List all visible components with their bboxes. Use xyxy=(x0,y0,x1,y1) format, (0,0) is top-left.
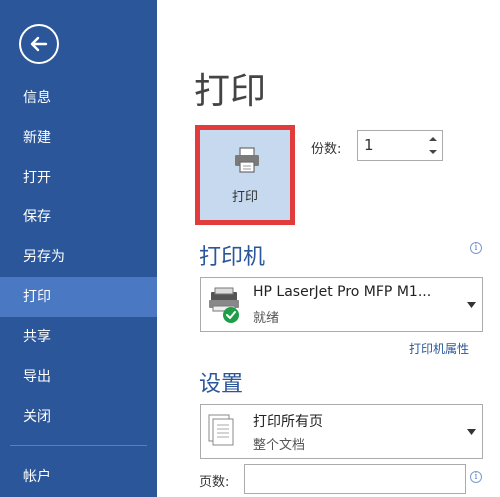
back-button[interactable] xyxy=(19,24,59,64)
pages-label: 页数: xyxy=(199,475,230,490)
sidebar-item-close[interactable]: 关闭 xyxy=(0,397,157,437)
chevron-down-icon xyxy=(467,429,476,435)
sidebar-item-account[interactable]: 帐户 xyxy=(0,457,157,497)
back-arrow-icon xyxy=(30,36,48,52)
info-icon[interactable]: i xyxy=(470,242,482,254)
sidebar-item-open[interactable]: 打开 xyxy=(0,158,157,198)
page-title: 打印 xyxy=(194,71,267,112)
copies-stepper[interactable]: 1 xyxy=(357,130,443,161)
printer-icon xyxy=(235,147,259,173)
sidebar-item-info[interactable]: 信息 xyxy=(0,78,157,118)
document-pages-icon xyxy=(208,414,234,446)
backstage-sidebar: 信息 新建 打开 保存 另存为 打印 共享 导出 关闭 帐户 xyxy=(0,0,157,497)
increment-arrow-icon[interactable] xyxy=(428,134,438,144)
sidebar-divider xyxy=(10,445,147,446)
decrement-arrow-icon[interactable] xyxy=(428,147,438,157)
sidebar-item-print[interactable]: 打印 xyxy=(0,277,157,317)
sidebar-item-share[interactable]: 共享 xyxy=(0,317,157,357)
print-panel: 打印 打印 份数: 1 打印机 i HP LaserJet Pro MFP M1… xyxy=(157,0,500,497)
print-range-sub: 整个文档 xyxy=(253,438,306,453)
sidebar-item-save-as[interactable]: 另存为 xyxy=(0,237,157,277)
chevron-down-icon xyxy=(467,302,476,308)
print-range-main: 打印所有页 xyxy=(253,414,323,430)
printer-ready-icon xyxy=(209,287,239,323)
info-icon[interactable]: i xyxy=(470,471,482,483)
print-button[interactable]: 打印 xyxy=(195,125,295,225)
printer-section-title: 打印机 xyxy=(199,245,266,270)
settings-section-title: 设置 xyxy=(199,372,244,397)
sidebar-item-new[interactable]: 新建 xyxy=(0,118,157,158)
printer-name: HP LaserJet Pro MFP M1... xyxy=(253,284,432,300)
printer-properties-link[interactable]: 打印机属性 xyxy=(409,340,469,357)
print-range-dropdown[interactable]: 打印所有页 整个文档 xyxy=(200,404,483,459)
printer-status: 就绪 xyxy=(253,311,280,326)
printer-dropdown[interactable]: HP LaserJet Pro MFP M1... 就绪 xyxy=(200,277,483,332)
sidebar-item-export[interactable]: 导出 xyxy=(0,357,157,397)
sidebar-item-save[interactable]: 保存 xyxy=(0,197,157,237)
copies-value: 1 xyxy=(364,136,374,154)
copies-label: 份数: xyxy=(311,142,342,157)
pages-input[interactable] xyxy=(244,464,466,494)
print-button-label: 打印 xyxy=(231,190,258,205)
